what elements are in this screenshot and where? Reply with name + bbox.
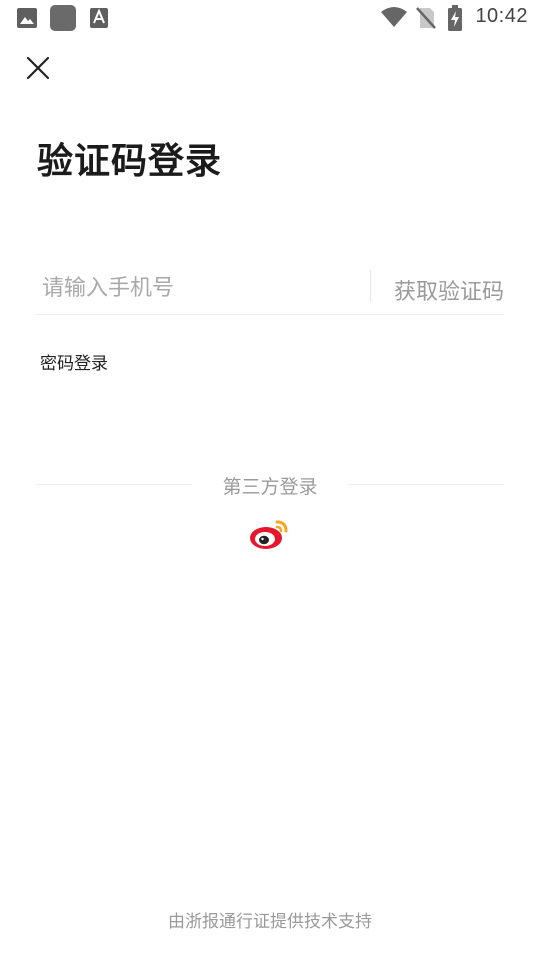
- no-sim-icon: [415, 6, 437, 34]
- phone-input-row: 获取验证码: [36, 262, 504, 315]
- divider-line-right: [348, 484, 504, 485]
- password-login-link[interactable]: 密码登录: [40, 349, 108, 374]
- get-code-button[interactable]: 获取验证码: [394, 274, 504, 306]
- close-button[interactable]: [22, 52, 54, 84]
- close-icon: [26, 56, 50, 80]
- wifi-icon: [380, 6, 408, 32]
- weibo-icon: [250, 520, 288, 549]
- image-icon: [16, 7, 38, 33]
- weibo-login-button[interactable]: [249, 516, 291, 552]
- footer-support-text: 由浙报通行证提供技术支持: [168, 912, 372, 932]
- app-square-icon: [50, 5, 76, 35]
- text-a-icon: [89, 7, 109, 33]
- battery-charging-icon: [447, 5, 463, 35]
- page-title: 验证码登录: [37, 140, 223, 182]
- third-party-login-divider: 第三方登录: [36, 470, 504, 500]
- phone-input[interactable]: [36, 268, 362, 308]
- input-divider: [370, 270, 371, 302]
- status-time: 10:42: [475, 5, 528, 27]
- third-party-label: 第三方登录: [222, 476, 318, 498]
- status-bar: 10:42: [0, 0, 540, 36]
